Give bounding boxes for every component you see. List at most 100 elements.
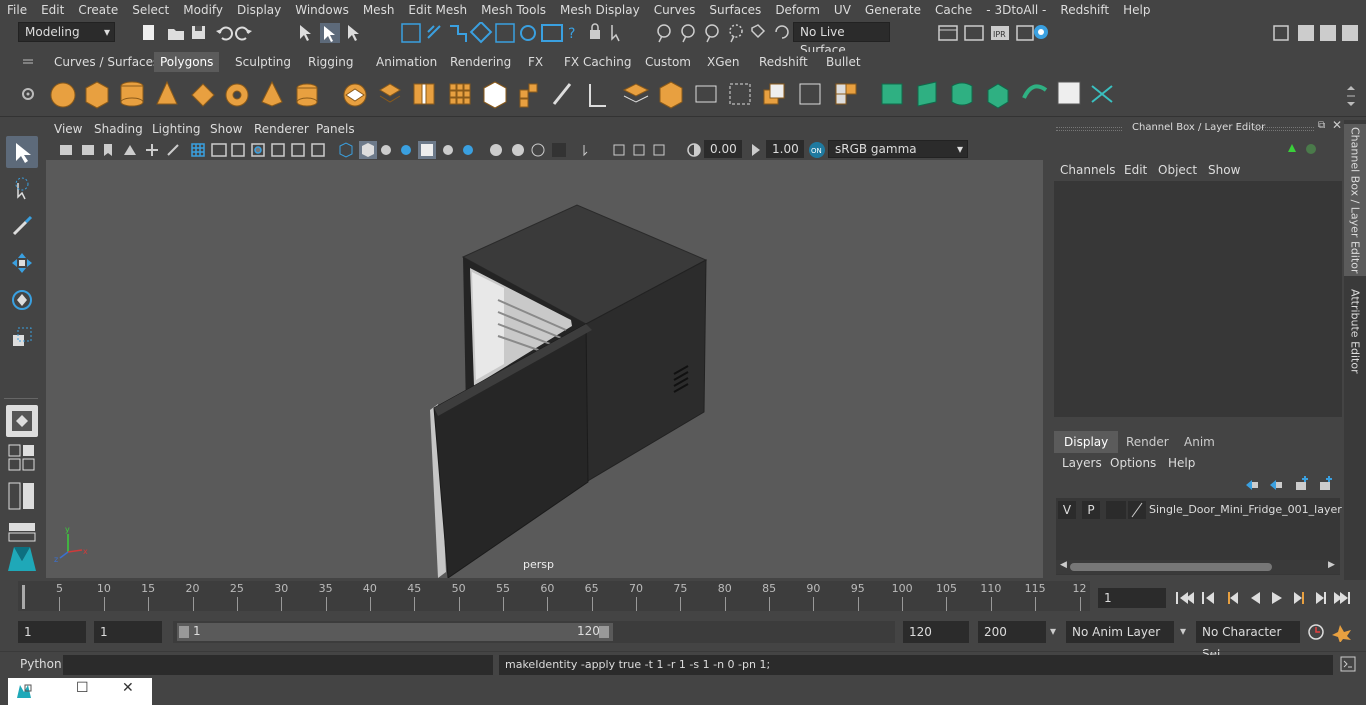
shelf-tab-fx[interactable]: FX <box>522 52 549 72</box>
shelf-tab-polygons[interactable]: Polygons <box>154 52 220 72</box>
drag-handle[interactable] <box>1056 127 1122 131</box>
playback-controls[interactable] <box>1172 588 1362 608</box>
playback-start-field[interactable]: 1 <box>94 621 162 643</box>
time-slider[interactable]: 5 10 15 20 25 30 35 40 45 50 55 60 65 70 75 80 85 90 95 100… <box>18 581 1090 611</box>
command-language-label[interactable]: Python <box>20 657 62 671</box>
command-input[interactable] <box>63 655 493 675</box>
layer-tab-display[interactable]: Display <box>1054 431 1119 453</box>
channel-box-toggle-icons[interactable] <box>1284 140 1324 158</box>
layer-visibility-toggle[interactable]: V <box>1058 501 1076 519</box>
menu-uv[interactable]: UV <box>827 0 858 20</box>
cb-menu-edit[interactable]: Edit <box>1124 163 1147 177</box>
layer-tab-anim[interactable]: Anim <box>1174 431 1225 453</box>
shelf-tab-rigging[interactable]: Rigging <box>302 52 359 72</box>
shelf-tab-rendering[interactable]: Rendering <box>444 52 517 72</box>
layer-row[interactable]: V P Single_Door_Mini_Fridge_001_layer <box>1056 500 1342 520</box>
menu-surfaces[interactable]: Surfaces <box>702 0 768 20</box>
scroll-right-icon[interactable]: ▶ <box>1328 560 1335 570</box>
panel-menu-renderer[interactable]: Renderer <box>254 122 309 136</box>
close-icon[interactable]: ✕ <box>122 680 134 696</box>
menu-3dtoall[interactable]: - 3DtoAll - <box>979 0 1053 20</box>
menu-file[interactable]: File <box>0 0 34 20</box>
shelf-tab-bullet[interactable]: Bullet <box>820 52 867 72</box>
shelf-tab-sculpting[interactable]: Sculpting <box>229 52 297 72</box>
shelf-tab-xgen[interactable]: XGen <box>701 52 746 72</box>
panel-menu-show[interactable]: Show <box>210 122 242 136</box>
mode-selector[interactable]: Modeling ▾ <box>18 22 115 42</box>
3d-viewport[interactable]: x y z <box>46 160 1043 578</box>
menu-mesh-tools[interactable]: Mesh Tools <box>474 0 553 20</box>
render-icons[interactable]: IPR <box>935 22 1055 44</box>
layer-menu-help[interactable]: Help <box>1168 456 1195 470</box>
range-end-handle[interactable] <box>599 626 609 638</box>
panel-menu-view[interactable]: View <box>54 122 82 136</box>
cb-menu-show[interactable]: Show <box>1208 163 1240 177</box>
layer-color-swatch[interactable] <box>1128 501 1146 519</box>
maya-window-icon[interactable] <box>16 683 32 702</box>
playback-end-field[interactable]: 120 <box>903 621 969 643</box>
menu-create[interactable]: Create <box>71 0 125 20</box>
menu-edit[interactable]: Edit <box>34 0 71 20</box>
exposure-field[interactable]: 0.00 <box>704 140 742 158</box>
gamma-icon[interactable] <box>748 141 764 162</box>
shelf-tab-redshift[interactable]: Redshift <box>753 52 814 72</box>
quick-layout-four-icon[interactable] <box>6 442 38 474</box>
start-time-field[interactable]: 1 <box>18 621 86 643</box>
file-icons-group[interactable] <box>140 23 260 43</box>
anim-prefs-icons[interactable] <box>1306 622 1358 642</box>
soft-select-icons[interactable] <box>652 22 792 44</box>
layer-hscrollbar[interactable]: ◀ ▶ <box>1056 560 1340 574</box>
layer-menu-options[interactable]: Options <box>1110 456 1156 470</box>
gear-icon[interactable] <box>20 86 36 105</box>
character-set-dropdown[interactable]: No Character Set <box>1196 621 1300 661</box>
quick-layout-single-icon[interactable] <box>6 405 38 437</box>
colorspace-dropdown[interactable]: sRGB gamma ▾ <box>828 140 968 158</box>
panel-menu-lighting[interactable]: Lighting <box>152 122 201 136</box>
drag-handle-right[interactable] <box>1254 127 1314 131</box>
layer-menu-layers[interactable]: Layers <box>1062 456 1102 470</box>
menu-mesh[interactable]: Mesh <box>356 0 402 20</box>
menu-windows[interactable]: Windows <box>288 0 356 20</box>
close-icon[interactable]: ✕ <box>1332 118 1342 132</box>
menu-modify[interactable]: Modify <box>176 0 230 20</box>
end-time-field[interactable]: 200 <box>978 621 1046 643</box>
chevron-down-icon[interactable]: ▾ <box>1050 624 1056 638</box>
snap-icons[interactable]: ? <box>398 22 638 44</box>
panel-menu-panels[interactable]: Panels <box>316 122 355 136</box>
layer-type-toggle[interactable] <box>1106 501 1126 519</box>
shelf-tab-fx-caching[interactable]: FX Caching <box>558 52 637 72</box>
float-window-icon[interactable]: ⧉ <box>1318 120 1325 131</box>
menu-edit-mesh[interactable]: Edit Mesh <box>401 0 474 20</box>
maximize-icon[interactable]: ☐ <box>76 680 89 696</box>
scale-tool-icon[interactable] <box>6 321 38 353</box>
menu-deform[interactable]: Deform <box>768 0 827 20</box>
exposure-icon[interactable] <box>686 141 702 162</box>
viewport-toolbar-icons[interactable] <box>56 141 686 159</box>
menu-mesh-display[interactable]: Mesh Display <box>553 0 647 20</box>
range-start-handle[interactable] <box>179 626 189 638</box>
paint-select-icon[interactable] <box>6 210 38 242</box>
mini-fridge-model[interactable]: x y z <box>46 160 1043 578</box>
menu-help[interactable]: Help <box>1116 0 1157 20</box>
side-tab-channel-box[interactable]: Channel Box / Layer Editor <box>1344 124 1366 276</box>
range-slider[interactable]: 1 120 <box>173 621 895 643</box>
current-frame-field[interactable]: 1 <box>1098 588 1166 608</box>
shelf-menu-icon[interactable] <box>20 52 36 72</box>
shelf-tab-animation[interactable]: Animation <box>370 52 443 72</box>
anim-layer-dropdown[interactable]: No Anim Layer <box>1066 621 1174 643</box>
chevron-down-icon[interactable]: ▾ <box>1180 624 1186 638</box>
live-surface-field[interactable]: No Live Surface <box>793 22 890 57</box>
color-management-icon[interactable]: ON <box>808 141 826 162</box>
quick-layout-split-icon[interactable] <box>6 480 38 512</box>
layer-tab-render[interactable]: Render <box>1116 431 1179 453</box>
layer-action-icons[interactable] <box>1242 476 1338 494</box>
menu-redshift[interactable]: Redshift <box>1053 0 1116 20</box>
shelf-tool-icons[interactable] <box>46 76 1126 114</box>
rotate-tool-icon[interactable] <box>6 284 38 316</box>
cb-menu-channels[interactable]: Channels <box>1060 163 1116 177</box>
shelf-tab-custom[interactable]: Custom <box>639 52 697 72</box>
menu-generate[interactable]: Generate <box>858 0 928 20</box>
layer-playback-toggle[interactable]: P <box>1082 501 1100 519</box>
panel-menu-shading[interactable]: Shading <box>94 122 143 136</box>
cb-menu-object[interactable]: Object <box>1158 163 1197 177</box>
